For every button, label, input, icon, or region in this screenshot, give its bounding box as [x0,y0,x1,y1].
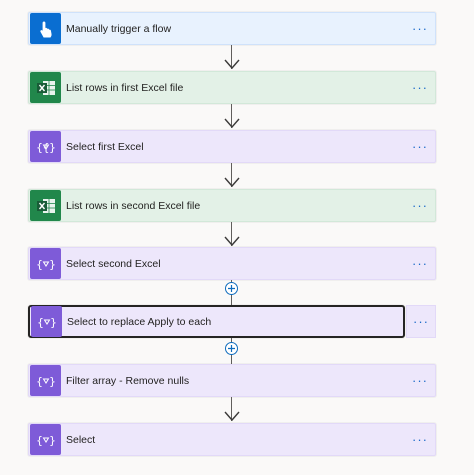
arrow-down-icon [224,118,240,129]
step-title: Select [66,433,96,446]
step-title: Select first Excel [66,140,144,153]
svg-text:{: { [37,141,43,154]
step-filter-array-remove-nulls[interactable]: { } Filter array - Remove nulls ··· [28,364,436,397]
svg-text:{: { [37,434,43,447]
more-options-button[interactable]: ··· [405,130,435,163]
data-operation-icon: { } [30,424,61,455]
svg-text:}: } [50,316,56,329]
more-options-button[interactable]: ··· [405,364,435,397]
more-options-button[interactable]: ··· [405,423,435,456]
step-title: Filter array - Remove nulls [66,374,190,387]
excel-icon [30,72,61,103]
data-operation-icon: { { } [30,131,61,162]
selected-step-card[interactable]: { } Select to replace Apply to each [28,305,405,338]
arrow-down-icon [224,177,240,188]
step-list-rows-first-excel[interactable]: List rows in first Excel file ··· [28,71,436,104]
step-list-rows-second-excel[interactable]: List rows in second Excel file ··· [28,189,436,222]
svg-text:{: { [37,258,43,271]
svg-text:{: { [38,316,44,329]
step-title: List rows in first Excel file [66,81,184,94]
data-operation-icon: { } [30,365,61,396]
more-options-button[interactable]: ··· [405,247,435,280]
step-select-second-excel[interactable]: { } Select second Excel ··· [28,247,436,280]
arrow-down-icon [224,59,240,70]
step-title: Select to replace Apply to each [67,315,212,328]
hand-pointer-icon [30,13,61,44]
arrow-down-icon [224,411,240,422]
svg-text:}: } [49,141,55,154]
svg-text:}: } [49,258,55,271]
arrow-down-icon [224,236,240,247]
data-operation-icon: { } [30,248,61,279]
flow-canvas: Manually trigger a flow ··· List rows in… [0,0,474,475]
svg-text:{: { [37,375,43,388]
excel-icon [30,190,61,221]
step-title: Manually trigger a flow [66,22,172,35]
insert-step-button[interactable] [225,282,238,295]
plus-icon [228,345,235,352]
more-options-button[interactable]: ··· [406,305,436,338]
more-options-button[interactable]: ··· [405,189,435,222]
step-select-first-excel[interactable]: { { } Select first Excel ··· [28,130,436,163]
data-operation-icon: { } [31,306,62,337]
more-options-button[interactable]: ··· [405,71,435,104]
step-title: List rows in second Excel file [66,199,201,212]
svg-text:}: } [49,434,55,447]
step-select[interactable]: { } Select ··· [28,423,436,456]
step-title: Select second Excel [66,257,161,270]
plus-icon [228,285,235,292]
insert-step-button[interactable] [225,342,238,355]
step-select-replace-apply-to-each[interactable]: { } Select to replace Apply to each ··· [28,305,436,338]
svg-text:}: } [49,375,55,388]
more-options-button[interactable]: ··· [405,12,435,45]
step-manually-trigger[interactable]: Manually trigger a flow ··· [28,12,436,45]
